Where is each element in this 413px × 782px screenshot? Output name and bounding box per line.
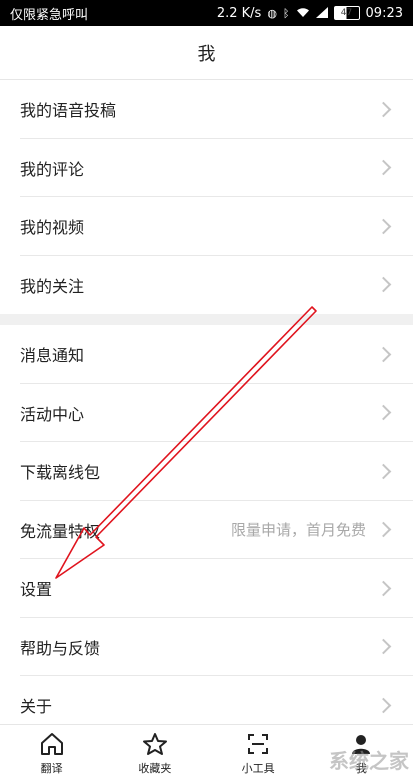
menu-item-label: 活动中心 xyxy=(20,404,85,424)
chevron-right-icon xyxy=(375,218,392,235)
carrier-text: 仅限紧急呼叫 xyxy=(10,7,89,23)
profile-icon xyxy=(348,732,374,756)
star-icon xyxy=(142,732,168,756)
chevron-right-icon xyxy=(375,521,392,538)
bluetooth-icon: ᛒ xyxy=(282,6,290,20)
chevron-right-icon xyxy=(375,697,392,714)
chevron-right-icon xyxy=(375,159,392,176)
chevron-right-icon xyxy=(375,404,392,421)
battery-level: 47 xyxy=(340,8,353,18)
menu-item-label: 关于 xyxy=(20,697,53,717)
screen: 仅限紧急呼叫 2.2 K/s ◍ ᛒ 47 09:23 我 我的语音投稿 我的评… xyxy=(0,0,413,782)
nav-tab-me[interactable]: 我 xyxy=(310,725,413,782)
nav-tab-translate[interactable]: 翻译 xyxy=(0,725,103,782)
signal-icon xyxy=(315,6,328,20)
chevron-right-icon xyxy=(375,346,392,363)
wifi-icon xyxy=(296,7,310,20)
nav-tab-label: 小工具 xyxy=(241,761,275,775)
menu-item-my-videos[interactable]: 我的视频 xyxy=(0,197,413,256)
menu-item-help-feedback[interactable]: 帮助与反馈 xyxy=(0,618,413,677)
menu-group-personal: 我的语音投稿 我的评论 我的视频 我的关注 xyxy=(0,80,413,314)
nav-tab-favorites[interactable]: 收藏夹 xyxy=(103,725,206,782)
nav-tab-label: 我 xyxy=(355,761,367,775)
vibrate-icon: ◍ xyxy=(267,6,277,20)
status-bar: 仅限紧急呼叫 2.2 K/s ◍ ᛒ 47 09:23 xyxy=(0,0,413,26)
chevron-right-icon xyxy=(375,580,392,597)
menu-item-notifications[interactable]: 消息通知 xyxy=(0,325,413,384)
menu-item-settings[interactable]: 设置 xyxy=(0,559,413,618)
menu-item-my-follows[interactable]: 我的关注 xyxy=(0,256,413,315)
menu-item-voice-submissions[interactable]: 我的语音投稿 xyxy=(0,80,413,139)
chevron-right-icon xyxy=(375,276,392,293)
menu-item-label: 帮助与反馈 xyxy=(20,638,101,658)
clock: 09:23 xyxy=(365,5,403,21)
menu-item-my-comments[interactable]: 我的评论 xyxy=(0,139,413,198)
menu-item-label: 免流量特权 xyxy=(20,521,101,541)
scan-icon xyxy=(245,732,271,756)
menu-item-activity-center[interactable]: 活动中心 xyxy=(0,384,413,443)
menu-item-label: 我的语音投稿 xyxy=(20,101,117,121)
menu-item-label: 我的视频 xyxy=(20,218,85,238)
page-title: 我 xyxy=(0,26,413,80)
nav-tab-label: 收藏夹 xyxy=(138,761,172,775)
menu-item-label: 设置 xyxy=(20,580,53,600)
bottom-nav: 翻译 收藏夹 小工具 我 xyxy=(0,724,413,782)
menu-item-label: 消息通知 xyxy=(20,346,85,366)
nav-tab-label: 翻译 xyxy=(40,761,63,775)
menu-item-label: 我的评论 xyxy=(20,159,85,179)
home-icon xyxy=(39,732,65,756)
chevron-right-icon xyxy=(375,101,392,118)
status-indicators: 2.2 K/s ◍ ᛒ 47 09:23 xyxy=(217,6,403,21)
menu-item-label: 下载离线包 xyxy=(20,463,101,483)
section-divider xyxy=(0,314,413,325)
menu-item-offline-download[interactable]: 下载离线包 xyxy=(0,442,413,501)
menu-item-subtitle: 限量申请，首月免费 xyxy=(230,521,366,540)
chevron-right-icon xyxy=(375,638,392,655)
menu-group-general: 消息通知 活动中心 下载离线包 免流量特权 限量申请，首月免费 设置 帮助与反馈… xyxy=(0,325,413,735)
battery-icon: 47 xyxy=(333,6,360,20)
menu-item-free-data[interactable]: 免流量特权 限量申请，首月免费 xyxy=(0,501,413,560)
network-speed: 2.2 K/s xyxy=(216,5,262,21)
menu-item-label: 我的关注 xyxy=(20,276,85,296)
chevron-right-icon xyxy=(375,463,392,480)
nav-tab-tools[interactable]: 小工具 xyxy=(207,725,310,782)
